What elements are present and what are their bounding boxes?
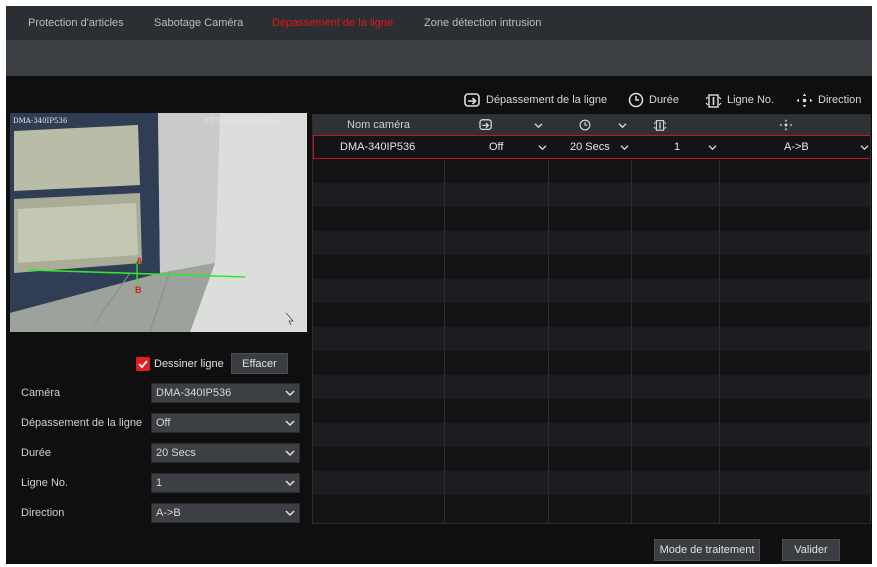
chevron-down-icon <box>285 480 295 487</box>
grid-stripe <box>313 231 870 255</box>
legend-crossing: Dépassement de la ligne <box>464 91 607 109</box>
column-header-camera[interactable]: Nom caméra <box>313 115 444 135</box>
grid-stripe <box>313 183 870 207</box>
row-camera-name: DMA-340IP536 <box>340 141 416 153</box>
chevron-down-icon <box>285 390 295 397</box>
app-frame: Protection d'articles Sabotage Caméra Dé… <box>6 6 872 564</box>
legend-direction: Direction <box>796 91 861 109</box>
crossing-icon <box>464 92 481 108</box>
grid-stripe <box>313 375 870 399</box>
processing-mode-button[interactable]: Mode de traitement <box>654 539 760 561</box>
timestamp-overlay: 07/30/2018 11:09:10 <box>204 117 279 125</box>
tab-camera-tampering[interactable]: Sabotage Caméra <box>154 17 243 29</box>
tab-article-protection[interactable]: Protection d'articles <box>28 17 124 29</box>
column-divider <box>548 115 549 523</box>
direction-select[interactable]: A->B <box>151 503 300 523</box>
checkmark-icon <box>138 360 148 369</box>
duration-select[interactable]: 20 Secs <box>151 443 300 463</box>
column-header-crossing[interactable] <box>444 115 548 135</box>
chevron-down-icon <box>285 510 295 517</box>
camera-scene-image <box>10 113 307 332</box>
clock-icon <box>628 92 644 108</box>
chevron-down-icon <box>285 450 295 457</box>
grid-stripe <box>313 327 870 351</box>
column-header-duration[interactable] <box>548 115 631 135</box>
draw-line-label: Dessiner ligne <box>154 358 224 370</box>
sub-toolbar <box>6 40 872 76</box>
legend-duration-label: Durée <box>649 94 679 106</box>
tab-line-crossing[interactable]: Dépassement de la ligne <box>272 17 393 29</box>
grid-header: Nom caméra <box>313 115 870 135</box>
direction-label: Direction <box>21 507 65 519</box>
row-crossing-value[interactable]: Off <box>489 136 503 158</box>
line-number-icon <box>653 120 667 131</box>
direction-icon <box>796 93 813 108</box>
column-header-direction[interactable] <box>719 115 870 135</box>
crossing-label: Dépassement de la ligne <box>21 417 143 429</box>
crossing-select[interactable]: Off <box>151 413 300 433</box>
draw-line-control: Dessiner ligne <box>136 353 224 375</box>
table-row[interactable]: DMA-340IP536 Off 20 Secs 1 A->B <box>313 135 870 159</box>
clock-icon <box>579 119 590 131</box>
chevron-down-icon[interactable] <box>708 144 717 151</box>
line-number-icon <box>705 93 722 108</box>
duration-label: Durée <box>21 447 51 459</box>
draw-line-checkbox[interactable] <box>136 357 150 371</box>
legend-duration: Durée <box>628 91 679 109</box>
camera-name-overlay: DMA-340IP536 <box>13 117 68 125</box>
tab-intrusion-zone[interactable]: Zone détection intrusion <box>424 17 541 29</box>
crossing-select-value: Off <box>156 417 171 429</box>
chevron-down-icon[interactable] <box>860 144 869 151</box>
grid-stripe <box>313 471 870 495</box>
camera-select-value: DMA-340IP536 <box>156 387 232 399</box>
chevron-down-icon <box>285 420 295 427</box>
camera-grid: Nom caméra DMA-340IP536 Off 20 Secs 1 A-… <box>312 114 871 524</box>
legend-line-no-label: Ligne No. <box>727 94 775 106</box>
chevron-down-icon[interactable] <box>618 122 627 129</box>
column-divider <box>444 115 445 523</box>
row-direction-value[interactable]: A->B <box>784 136 809 158</box>
line-point-b[interactable]: B <box>135 285 142 295</box>
chevron-down-icon[interactable] <box>534 122 543 129</box>
line-point-a[interactable]: A <box>136 256 143 266</box>
line-no-select-value: 1 <box>156 477 163 489</box>
chevron-down-icon[interactable] <box>538 144 547 151</box>
chevron-down-icon[interactable] <box>620 144 629 151</box>
legend-crossing-label: Dépassement de la ligne <box>486 94 608 106</box>
camera-label: Caméra <box>21 387 61 399</box>
direction-icon <box>779 119 792 131</box>
row-duration-value[interactable]: 20 Secs <box>570 136 610 158</box>
crossing-icon <box>479 119 492 131</box>
grid-stripe <box>313 279 870 303</box>
duration-select-value: 20 Secs <box>156 447 196 459</box>
line-no-select[interactable]: 1 <box>151 473 300 493</box>
line-no-label: Ligne No. <box>21 477 69 489</box>
clear-button[interactable]: Effacer <box>231 353 288 374</box>
column-divider <box>719 115 720 523</box>
grid-stripe <box>313 423 870 447</box>
legend-line-no: Ligne No. <box>705 91 774 109</box>
legend-direction-label: Direction <box>818 94 862 106</box>
column-divider <box>631 115 632 523</box>
validate-button[interactable]: Valider <box>782 539 840 561</box>
column-header-line-no[interactable] <box>631 115 719 135</box>
direction-select-value: A->B <box>156 507 181 519</box>
camera-select[interactable]: DMA-340IP536 <box>151 383 300 403</box>
camera-preview[interactable]: DMA-340IP536 07/30/2018 11:09:10 A B <box>10 113 307 332</box>
row-line-no-value[interactable]: 1 <box>674 136 680 158</box>
tab-bar: Protection d'articles Sabotage Caméra Dé… <box>6 6 872 40</box>
